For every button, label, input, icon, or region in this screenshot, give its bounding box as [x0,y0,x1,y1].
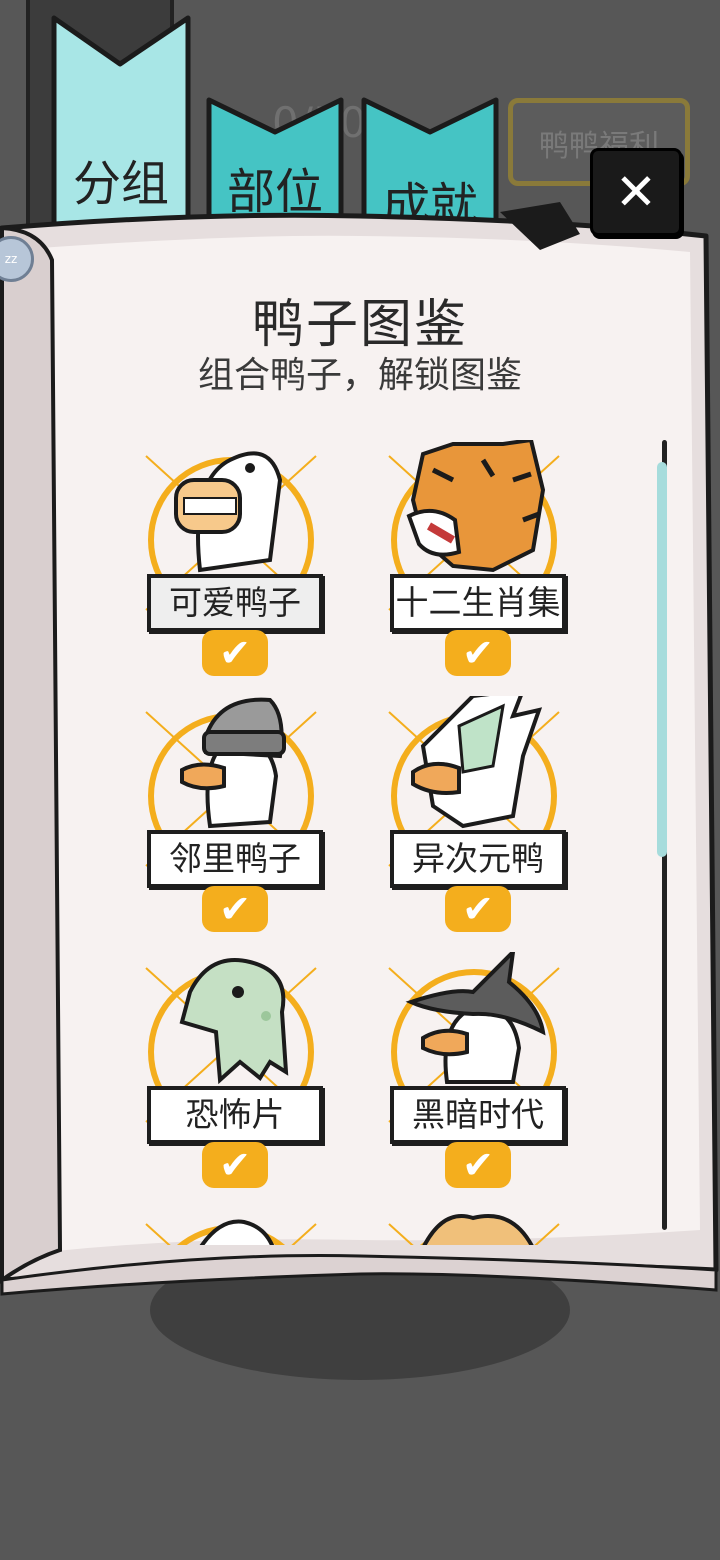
duck-head-icon [388,1214,560,1245]
scrollbar-thumb[interactable] [657,462,667,857]
collection-label: 邻里鸭子 [147,830,323,888]
close-button[interactable]: ✕ [590,148,682,236]
collection-card-horror[interactable]: 恐怖片 ✔ [120,952,323,1192]
collection-label: 黑暗时代 [390,1086,566,1144]
close-icon: ✕ [615,163,657,221]
collection-label: 恐怖片 [147,1086,323,1144]
unlocked-check-icon: ✔ [445,630,511,676]
unlocked-check-icon: ✔ [202,630,268,676]
unlocked-check-icon: ✔ [202,886,268,932]
collection-label: 可爱鸭子 [147,574,323,632]
unlocked-check-icon: ✔ [445,886,511,932]
collection-card-cute-duck[interactable]: 可爱鸭子 ✔ [120,440,323,680]
page-subtitle: 组合鸭子，解锁图鉴 [197,355,522,396]
unlocked-check-icon: ✔ [445,1142,511,1188]
collection-label: 十二生肖集 [390,574,566,632]
collection-card-partial[interactable] [363,1208,560,1245]
game-screen: 0/50 鸭鸭福利 分组 部位 成就 [0,0,720,1560]
collection-card-zodiac[interactable]: 十二生肖集 ✔ [363,440,566,680]
collection-card-partial[interactable] [120,1208,317,1245]
collection-label: 异次元鸭 [390,830,566,888]
duck-head-icon [145,1219,317,1245]
collection-card-dimension-duck[interactable]: 异次元鸭 ✔ [363,696,566,936]
collection-card-dark-ages[interactable]: 黑暗时代 ✔ [363,952,566,1192]
collection-card-neighbor-duck[interactable]: 邻里鸭子 ✔ [120,696,323,936]
collection-grid[interactable]: 可爱鸭子 ✔ 十二生肖集 ✔ 邻里鸭子 ✔ 异次元鸭 ✔ 恐怖片 ✔ 黑暗时代 … [120,430,620,1245]
unlocked-check-icon: ✔ [202,1142,268,1188]
